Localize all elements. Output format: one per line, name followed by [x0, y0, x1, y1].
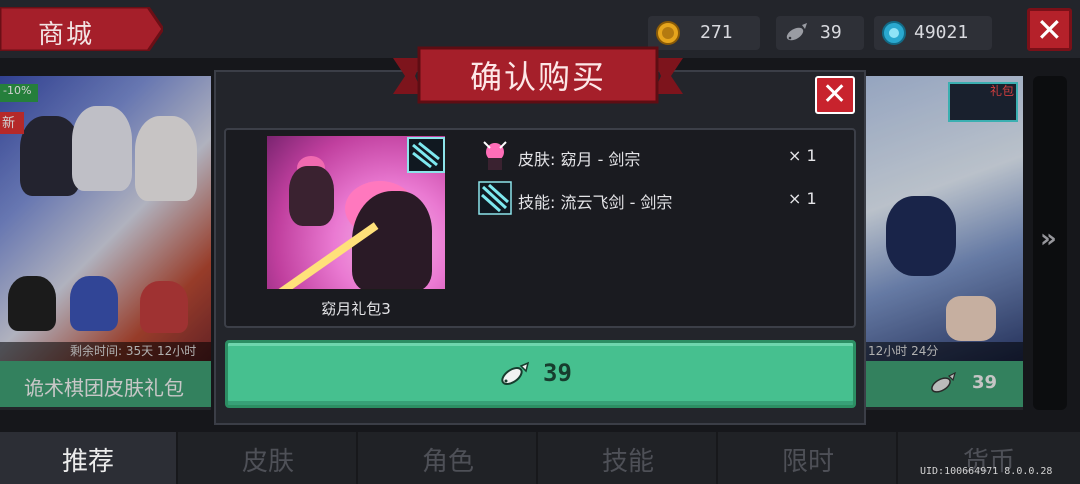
confirm-purchase-button[interactable]: 39	[225, 340, 856, 408]
gold-coin-icon	[656, 21, 680, 45]
item-quantity: × 1	[788, 146, 817, 165]
shop-title-banner: 商城	[0, 7, 163, 51]
gem-amount: 49021	[914, 22, 969, 43]
tab-skins[interactable]: 皮肤	[180, 432, 358, 484]
gem-currency: 49021	[874, 16, 992, 50]
pack-name: 窈月礼包3	[321, 300, 391, 318]
fish-amount: 39	[820, 22, 842, 43]
dialog-title-banner: 确认购买	[393, 46, 683, 106]
item-label: 技能: 流云飞剑 - 剑宗	[518, 193, 673, 212]
category-tabs: 推荐 皮肤 角色 技能 限时 货币	[0, 432, 1080, 484]
skill-mini-icon	[407, 137, 445, 173]
fish-currency: 39	[776, 16, 864, 50]
fish-icon	[786, 23, 807, 41]
page-title: 商城	[38, 20, 95, 50]
item-label: 皮肤: 窈月 - 剑宗	[518, 150, 641, 169]
flying-sword-skill-icon	[478, 181, 512, 215]
dialog-title: 确认购买	[469, 58, 606, 96]
pack-item-skill: 技能: 流云飞剑 - 剑宗 × 1	[478, 181, 818, 215]
gold-amount: 271	[700, 22, 733, 43]
pack-item-skin: 皮肤: 窈月 - 剑宗 × 1	[478, 138, 818, 172]
skin-avatar-icon	[483, 141, 507, 170]
purchase-price: 39	[543, 359, 572, 387]
close-shop-button[interactable]: ✕	[1027, 8, 1072, 51]
tab-limited[interactable]: 限时	[720, 432, 898, 484]
close-dialog-button[interactable]: ✕	[815, 76, 855, 114]
uid-version-label: UID:100664971 8.0.0.28	[920, 466, 1053, 477]
item-quantity: × 1	[788, 189, 817, 208]
close-icon: ✕	[822, 77, 848, 112]
tab-skills[interactable]: 技能	[540, 432, 718, 484]
gold-currency: 271	[648, 16, 760, 50]
gem-icon	[882, 21, 906, 45]
tab-recommended[interactable]: 推荐	[0, 432, 178, 484]
tab-characters[interactable]: 角色	[360, 432, 538, 484]
close-icon: ✕	[1036, 11, 1063, 49]
pack-artwork	[266, 135, 446, 290]
fish-icon	[501, 361, 530, 385]
